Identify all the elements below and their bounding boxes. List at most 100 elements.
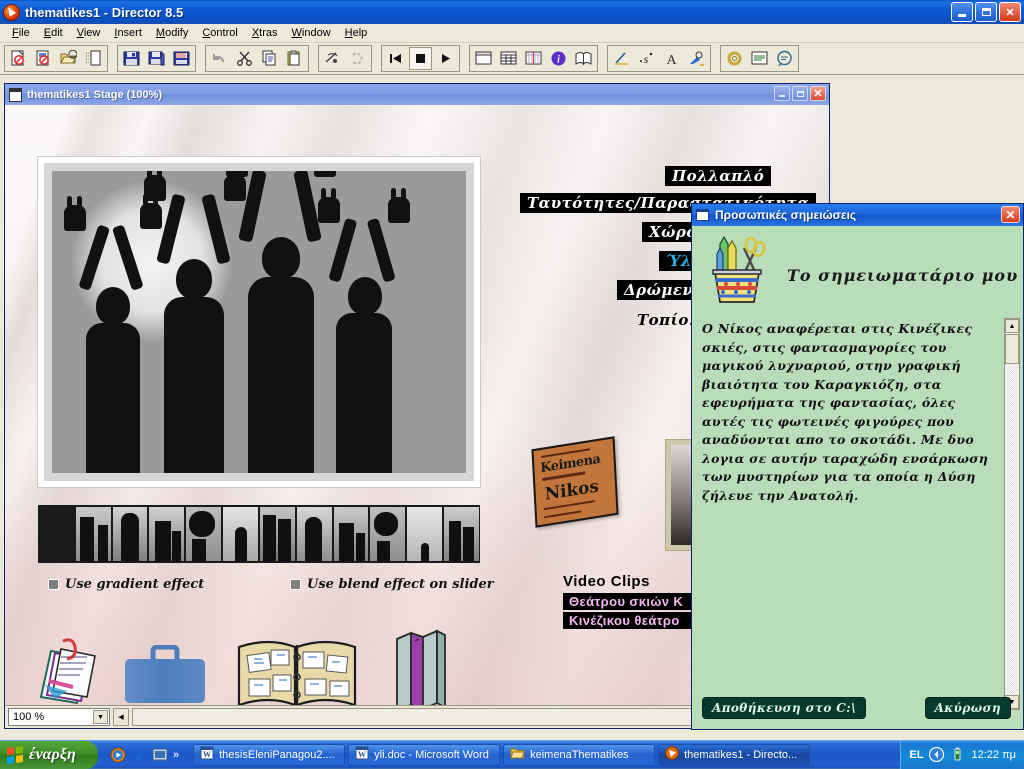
filmstrip-frame[interactable] [76,507,111,561]
rewind-icon[interactable] [384,47,407,70]
play-icon[interactable] [434,47,457,70]
notes-textarea[interactable] [698,318,998,710]
main-photo[interactable] [38,157,480,487]
notes-papers-icon[interactable] [33,633,105,707]
toolbar-separator [196,47,205,70]
language-indicator[interactable]: EL [909,749,923,761]
cancel-button[interactable]: Ακύρωση [925,697,1011,719]
menu-edit[interactable]: Edit [37,26,70,40]
stage-maximize-button[interactable] [792,86,808,101]
director-icon [3,4,20,21]
new-cast-icon[interactable] [32,47,55,70]
scrollbar-thumb[interactable] [1005,334,1019,364]
notes-titlebar[interactable]: Προσωπικές σημειώσεις ✕ [692,204,1023,226]
task-yli-doc[interactable]: W yli.doc - Microsoft Word [348,744,500,766]
books-icon[interactable] [387,625,451,707]
open-icon[interactable] [57,47,80,70]
save-to-c-drive-button[interactable]: Αποθήκευση στο C:\ [702,697,866,719]
stop-button[interactable] [409,47,432,70]
menu-control[interactable]: Control [195,26,244,40]
checkbox-box[interactable] [290,579,301,590]
notes-vertical-scrollbar[interactable]: ▲ ▼ [1004,318,1020,710]
briefcase-icon[interactable] [123,645,207,707]
chevron-right-icon[interactable]: » [173,749,179,761]
filmstrip-frame[interactable] [149,507,184,561]
maximize-icon [797,91,804,97]
paste-icon[interactable] [283,47,306,70]
menu-help[interactable]: Help [338,26,375,40]
internet-explorer-icon[interactable]: e [131,747,147,763]
menu-insert[interactable]: Insert [107,26,149,40]
save-icon[interactable] [120,47,143,70]
show-desktop-icon[interactable] [152,747,168,763]
save-as-shockwave-icon[interactable] [170,47,193,70]
checkbox-box[interactable] [48,579,59,590]
windows-flag-icon [7,746,23,764]
stage-titlebar[interactable]: thematikes1 Stage (100%) ✕ [5,84,829,105]
undo-icon[interactable] [208,47,231,70]
property-inspector-icon[interactable]: i [547,47,570,70]
notes-close-button[interactable]: ✕ [1001,206,1020,223]
filmstrip-frame[interactable] [186,507,221,561]
text-window-icon[interactable]: A [660,47,683,70]
task-director[interactable]: thematikes1 - Directo... [658,744,810,766]
menu-view[interactable]: View [70,26,108,40]
photo-album-icon[interactable] [235,631,359,707]
application-titlebar: thematikes1 - Director 8.5 ✕ [0,0,1024,24]
scroll-left-button[interactable]: ◀ [113,708,129,726]
save-all-icon[interactable] [145,47,168,70]
scroll-up-button[interactable]: ▲ [1005,319,1019,333]
use-blend-effect-checkbox[interactable]: Use blend effect on slider [290,577,494,592]
taskbar-task-list: W thesisEleniPanagou2.... W yli.doc - Mi… [193,744,900,766]
new-movie-icon[interactable] [7,47,30,70]
menu-xtras[interactable]: Xtras [245,26,285,40]
exchange-cast-members-icon[interactable] [346,47,369,70]
zoom-select[interactable]: 100 % ▼ [8,708,110,726]
library-palette-icon[interactable] [572,47,595,70]
volume-icon[interactable] [929,747,944,762]
debugger-icon[interactable] [773,47,796,70]
message-window-icon[interactable] [748,47,771,70]
maximize-button[interactable] [975,2,997,22]
keimena-nikos-note[interactable]: Keimena Nikos [531,436,618,527]
filmstrip-frame[interactable] [260,507,295,561]
cut-icon[interactable] [233,47,256,70]
label-pollaplo[interactable]: Πολλαπλό [665,166,771,186]
media-player-icon[interactable] [110,747,126,763]
task-keimena-folder[interactable]: keimenaThematikes [503,744,655,766]
use-gradient-effect-checkbox[interactable]: Use gradient effect [48,577,204,592]
score-window-icon[interactable] [522,47,545,70]
filmstrip-frame[interactable] [370,507,405,561]
filmstrip-frame[interactable] [113,507,148,561]
copy-icon[interactable] [258,47,281,70]
filmstrip-frame[interactable] [334,507,369,561]
toolbar-separator [309,47,318,70]
filmstrip-frame[interactable] [39,507,74,561]
script-icon[interactable]: s [635,47,658,70]
import-icon[interactable] [82,47,105,70]
filmstrip-frame[interactable] [444,507,479,561]
menu-window[interactable]: Window [285,26,338,40]
filmstrip-slider[interactable] [38,505,480,563]
stage-minimize-button[interactable] [774,86,790,101]
filmstrip-frame[interactable] [223,507,258,561]
start-button[interactable]: έναρξη [0,741,98,769]
filmstrip-frame[interactable] [407,507,442,561]
minimize-button[interactable] [951,2,973,22]
task-label: thematikes1 - Directo... [684,749,797,761]
stage-close-button[interactable]: ✕ [810,86,826,101]
stage-window-icon[interactable] [472,47,495,70]
menu-file[interactable]: File [5,26,37,40]
filmstrip-frame[interactable] [297,507,332,561]
close-button[interactable]: ✕ [999,2,1021,22]
pencil-tool-icon[interactable] [610,47,633,70]
paint-window-icon[interactable] [685,47,708,70]
find-icon[interactable] [321,47,344,70]
battery-icon[interactable] [950,747,965,762]
menu-modify[interactable]: Modify [149,26,195,40]
behavior-inspector-icon[interactable] [723,47,746,70]
cast-window-icon[interactable] [497,47,520,70]
clock[interactable]: 12:22 πμ [971,749,1016,761]
chevron-down-icon[interactable]: ▼ [93,710,108,724]
task-thesis-doc[interactable]: W thesisEleniPanagou2.... [193,744,345,766]
